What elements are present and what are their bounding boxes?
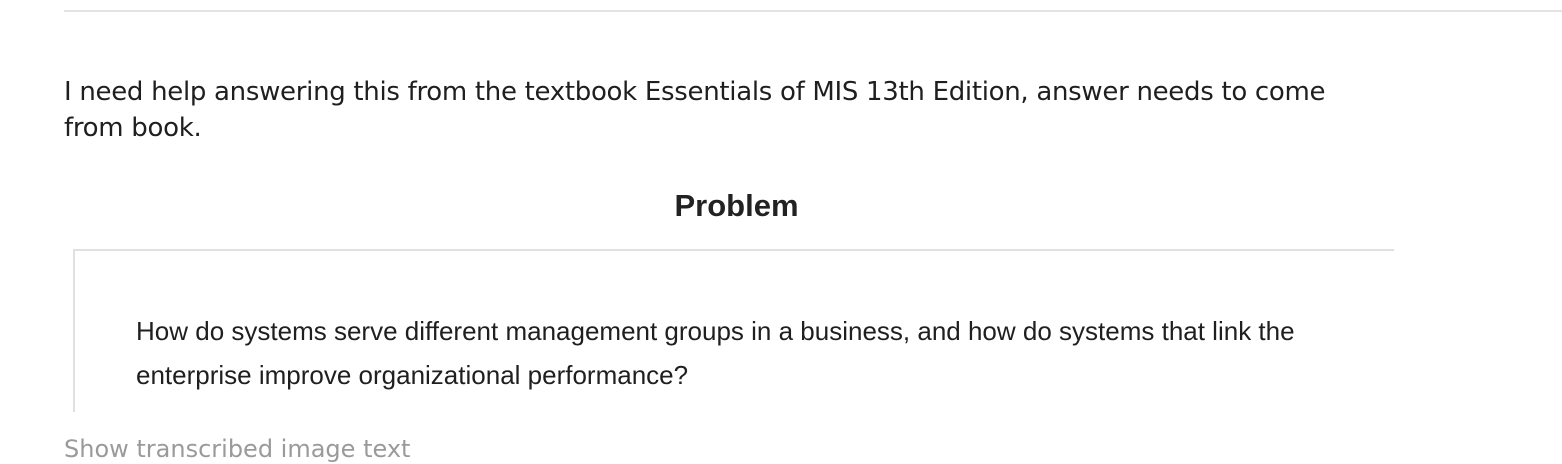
question-text: I need help answering this from the text… xyxy=(64,77,1326,143)
show-transcribed-text-link[interactable]: Show transcribed image text xyxy=(64,434,410,464)
problem-box: How do systems serve different managemen… xyxy=(73,249,1394,412)
problem-heading: Problem xyxy=(674,188,799,223)
top-divider xyxy=(64,10,1562,12)
problem-text: How do systems serve different managemen… xyxy=(136,316,1295,390)
